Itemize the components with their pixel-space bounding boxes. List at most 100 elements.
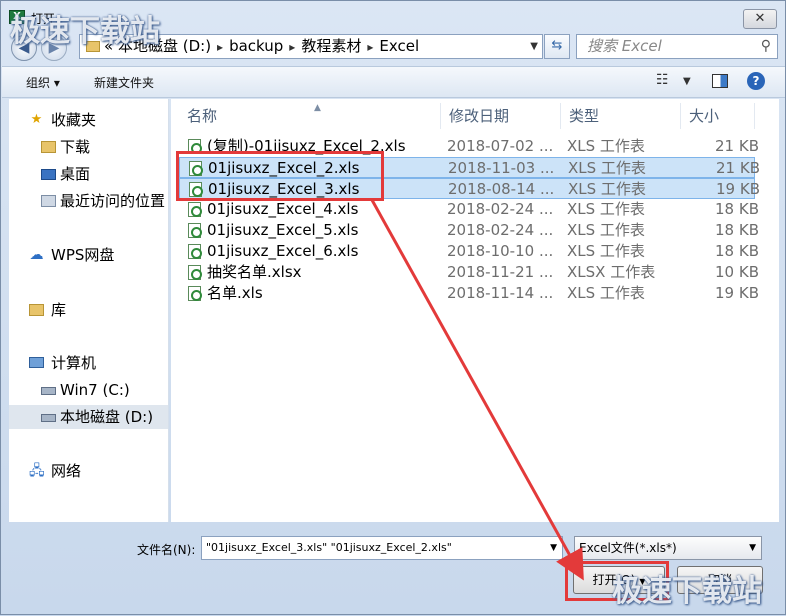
watermark-logo: 极速下载站 (612, 574, 762, 609)
file-date: 2018-08-14 ... (448, 180, 555, 198)
sidebar-item-label: 网络 (51, 462, 82, 480)
search-icon[interactable]: ⚲ (761, 35, 771, 58)
sidebar-item-label: 本地磁盘 (D:) (60, 408, 154, 426)
excel-file-icon (188, 223, 202, 238)
file-size: 21 KB (715, 137, 759, 155)
file-date: 2018-11-03 ... (448, 159, 555, 177)
breadcrumb-item[interactable]: 教程素材 (301, 37, 361, 55)
search-placeholder: 搜索 Excel (587, 37, 662, 55)
drive-icon (41, 414, 56, 422)
organize-menu[interactable]: 组织 ▾ (26, 74, 60, 91)
column-header-type[interactable]: 类型 (561, 103, 681, 129)
drive-icon (41, 387, 56, 395)
column-header-name[interactable]: 名称 ▲ (179, 103, 441, 129)
file-size: 18 KB (715, 200, 759, 218)
sidebar-item-label: 下载 (60, 138, 91, 156)
file-date: 2018-11-14 ... (447, 284, 554, 302)
open-file-dialog: X 打开 ✕ ◀ ▶ « 本地磁盘 (D:) ▸ backup ▸ 教程素材 ▸ Excel… (0, 0, 786, 615)
sidebar-item-favorites[interactable]: ★ 收藏夹 (9, 108, 168, 132)
cloud-icon: ☁ (29, 247, 44, 263)
breadcrumb-item[interactable]: Excel (379, 37, 419, 55)
sidebar-item-label: Win7 (C:) (60, 381, 130, 399)
file-name: 01jisuxz_Excel_5.xls (207, 221, 359, 239)
chevron-down-icon: ▼ (749, 543, 756, 553)
sort-ascending-icon: ▲ (314, 103, 321, 113)
chevron-down-icon[interactable]: ▼ (530, 35, 538, 58)
sidebar-item-label: 最近访问的位置 (60, 192, 166, 210)
file-name: 01jisuxz_Excel_6.xls (207, 242, 359, 260)
network-icon: 🖧 (29, 463, 45, 479)
file-type: XLS 工作表 (567, 242, 645, 260)
preview-pane-icon[interactable] (712, 74, 728, 88)
file-type: XLSX 工作表 (567, 263, 656, 281)
file-row[interactable]: 01jisuxz_Excel_4.xls 2018-02-24 ... XLS 工作… (179, 199, 759, 220)
filename-input[interactable]: "01jisuxz_Excel_3.xls" "01jisuxz_Excel_2… (201, 536, 563, 560)
sidebar-item-libraries[interactable]: 库 (9, 298, 168, 322)
file-row[interactable]: 抽奖名单.xlsx 2018-11-21 ... XLSX 工作表 10 KB (179, 262, 759, 283)
file-name: 名单.xls (207, 284, 263, 302)
file-type-select[interactable]: Excel文件(*.xls*) ▼ (574, 536, 762, 560)
computer-icon (29, 357, 44, 368)
sidebar-item-label: WPS网盘 (51, 246, 115, 264)
file-type: XLS 工作表 (568, 180, 646, 198)
file-date: 2018-10-10 ... (447, 242, 554, 260)
file-type: XLS 工作表 (567, 200, 645, 218)
excel-file-icon (188, 286, 202, 301)
library-icon (29, 304, 44, 316)
close-button[interactable]: ✕ (743, 9, 777, 29)
file-row[interactable]: 名单.xls 2018-11-14 ... XLS 工作表 19 KB (179, 283, 759, 304)
file-size: 18 KB (715, 221, 759, 239)
sidebar-item-drive-d[interactable]: 本地磁盘 (D:) (9, 405, 168, 429)
view-options-icon[interactable]: ☷ (656, 72, 669, 88)
refresh-icon[interactable]: ⇆ (544, 34, 570, 59)
file-date: 2018-02-24 ... (447, 221, 554, 239)
sidebar-item-drive-c[interactable]: Win7 (C:) (9, 378, 168, 402)
file-date: 2018-11-21 ... (447, 263, 554, 281)
sidebar-item-label: 收藏夹 (51, 111, 97, 129)
file-size: 18 KB (715, 242, 759, 260)
breadcrumb-item[interactable]: backup (229, 37, 283, 55)
chevron-down-icon[interactable]: ▼ (683, 76, 691, 87)
file-date: 2018-07-02 ... (447, 137, 554, 155)
watermark-logo: 极速下载站 (10, 14, 160, 49)
desktop-icon (41, 169, 56, 180)
file-size: 21 KB (716, 159, 760, 177)
file-date: 2018-02-24 ... (447, 200, 554, 218)
new-folder-button[interactable]: 新建文件夹 (94, 74, 154, 91)
file-row[interactable]: 01jisuxz_Excel_5.xls 2018-02-24 ... XLS 工作… (179, 220, 759, 241)
file-type: XLS 工作表 (567, 284, 645, 302)
sidebar-item-recent[interactable]: 最近访问的位置 (9, 189, 168, 213)
file-size: 19 KB (716, 180, 760, 198)
recent-places-icon (41, 195, 56, 207)
star-icon: ★ (30, 112, 43, 127)
sidebar-item-network[interactable]: 🖧 网络 (9, 459, 168, 483)
help-icon[interactable]: ? (747, 72, 765, 90)
file-type-value: Excel文件(*.xls*) (579, 541, 677, 555)
column-header-label: 名称 (187, 107, 218, 125)
file-size: 19 KB (715, 284, 759, 302)
column-header-size[interactable]: 大小 (681, 103, 755, 129)
search-input[interactable]: 搜索 Excel ⚲ (576, 34, 778, 59)
excel-file-icon (188, 265, 202, 280)
filename-label: 文件名(N): (137, 543, 196, 557)
sidebar-item-label: 计算机 (51, 354, 97, 372)
file-type: XLS 工作表 (567, 221, 645, 239)
toolbar: 组织 ▾ 新建文件夹 ☷ ▼ ? (2, 66, 785, 98)
chevron-down-icon[interactable]: ▼ (550, 537, 557, 559)
excel-file-icon (188, 202, 202, 217)
sidebar-item-downloads[interactable]: 下载 (9, 135, 168, 159)
file-row[interactable]: 01jisuxz_Excel_6.xls 2018-10-10 ... XLS 工作… (179, 241, 759, 262)
file-type: XLS 工作表 (568, 159, 646, 177)
folder-icon (41, 141, 56, 153)
column-header-date[interactable]: 修改日期 (441, 103, 561, 129)
sidebar-item-label: 库 (51, 301, 67, 319)
highlight-box-files (176, 151, 384, 201)
sidebar-item-wps-cloud[interactable]: ☁ WPS网盘 (9, 243, 168, 267)
file-size: 10 KB (715, 263, 759, 281)
sidebar-item-desktop[interactable]: 桌面 (9, 162, 168, 186)
filename-value: "01jisuxz_Excel_3.xls" "01jisuxz_Excel_2… (206, 541, 452, 554)
file-name: 抽奖名单.xlsx (207, 263, 302, 281)
navigation-pane: ★ 收藏夹 下载 桌面 最近访问的位置 ☁ WPS网盘 库 计算机 Win7 (… (9, 99, 169, 522)
sidebar-item-computer[interactable]: 计算机 (9, 351, 168, 375)
file-type: XLS 工作表 (567, 137, 645, 155)
